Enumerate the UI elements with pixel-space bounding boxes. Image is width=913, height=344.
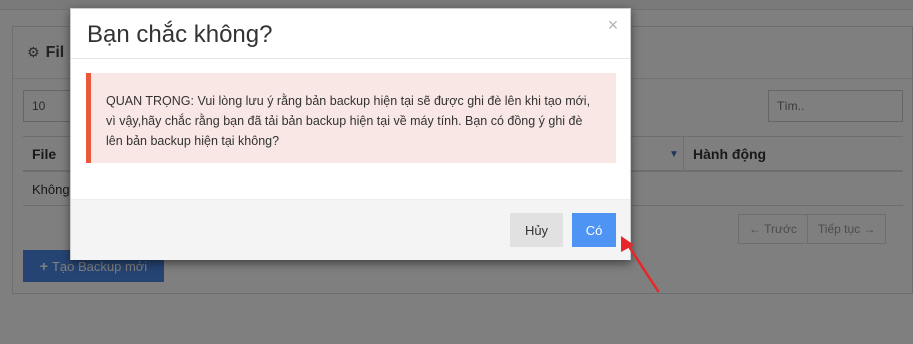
- dialog-title: Bạn chắc không?: [87, 21, 273, 48]
- dialog-header: Bạn chắc không? ×: [71, 9, 630, 59]
- confirm-dialog: Bạn chắc không? × QUAN TRỌNG: Vui lòng l…: [70, 8, 631, 260]
- dialog-footer: Hủy Có: [71, 199, 630, 260]
- warning-message: QUAN TRỌNG: Vui lòng lưu ý rằng bản back…: [106, 94, 591, 148]
- confirm-button[interactable]: Có: [572, 213, 616, 247]
- cancel-button[interactable]: Hủy: [510, 213, 563, 247]
- close-icon[interactable]: ×: [604, 15, 622, 35]
- warning-alert: QUAN TRỌNG: Vui lòng lưu ý rằng bản back…: [86, 73, 616, 163]
